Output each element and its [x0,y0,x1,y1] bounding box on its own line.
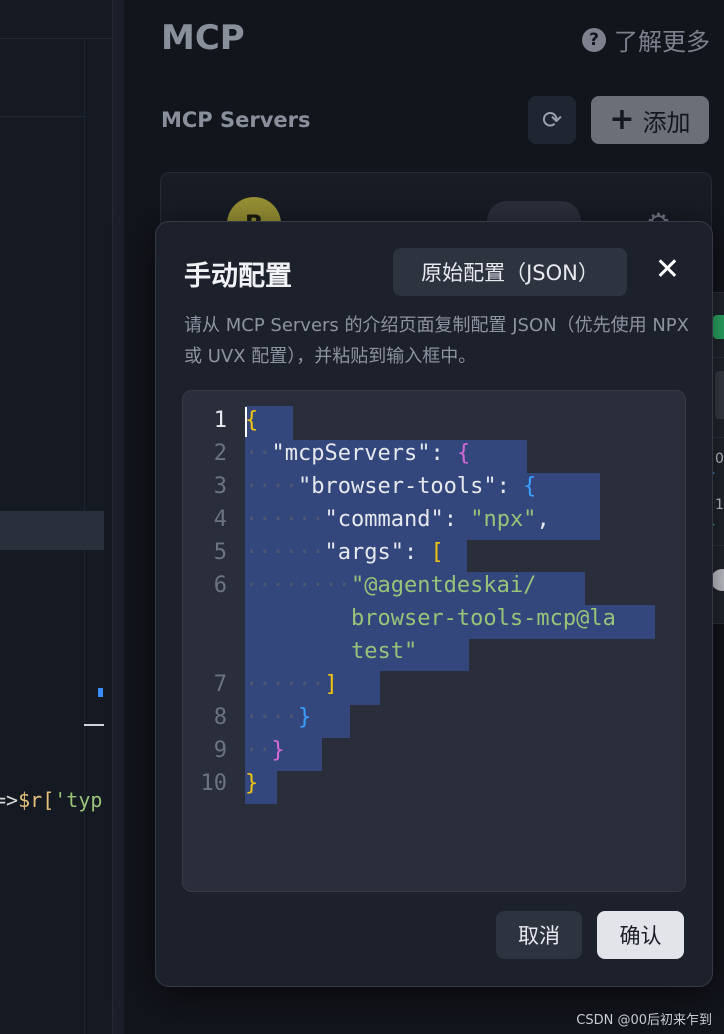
line-number: 10 [200,771,228,796]
code-line: ······"command": "npx", [245,507,550,532]
background-editor-pane: =>$r['typ [0,0,112,1034]
code-line: } [245,771,259,796]
cancel-button[interactable]: 取消 [496,911,582,959]
code-line: ······"args": [ [245,540,444,565]
code-line: ······] [245,672,338,697]
line-number: 4 [213,507,227,532]
plus-icon: + [609,102,635,137]
line-number: 8 [213,705,227,730]
scroll-marker [84,724,104,726]
code-line: ····} [245,705,312,730]
add-server-button[interactable]: + 添加 [591,96,709,144]
code-line: ········"@agentdeskai/ [245,573,537,598]
line-number: 6 [213,573,227,598]
confirm-button[interactable]: 确认 [597,911,684,959]
line-number: 2 [213,441,227,466]
refresh-button[interactable]: ⟳ [528,96,576,144]
divider [0,116,84,117]
close-icon[interactable]: ✕ [655,252,680,287]
dialog-description: 请从 MCP Servers 的介绍页面复制配置 JSON（优先使用 NPX 或… [184,315,689,367]
background-code-line: =>$r['typ [0,788,103,812]
usage-bar [715,371,724,419]
line-number: 9 [213,738,227,763]
code-line: ····"browser-tools": { [245,474,537,499]
help-icon: ? [582,27,606,52]
learn-more-link[interactable]: ? 了解更多 [582,22,710,57]
json-config-editor[interactable]: 1 2 3 4 5 6 7 8 9 10 { ··"mcpServers": {… [182,390,686,892]
shield-icon [713,315,724,339]
divider [0,38,112,39]
section-title: MCP Servers [161,108,311,132]
scroll-marker [98,688,103,697]
line-number: 5 [213,540,227,565]
code-line: browser-tools-mcp@la [350,606,616,631]
add-label: 添加 [642,108,691,137]
watermark: CSDN @00后初来乍到 [576,1013,712,1028]
refresh-icon: ⟳ [541,106,563,134]
code-line: ··} [245,738,285,763]
line-number: 7 [213,672,227,697]
raw-config-json-button[interactable]: 原始配置（JSON） [393,248,627,296]
manual-config-dialog: 手动配置 原始配置（JSON） ✕ 请从 MCP Servers 的介绍页面复制… [155,221,713,987]
code-line: ··"mcpServers": { [245,441,471,466]
text-cursor [245,407,247,437]
download-speed: 1. [715,497,724,513]
page-title: MCP [161,18,245,58]
upload-speed: 0. [715,451,724,467]
selected-line-highlight [0,511,104,550]
line-number: 3 [213,474,227,499]
dialog-title: 手动配置 [184,261,292,292]
learn-more-label: 了解更多 [614,28,710,56]
code-line: test" [350,639,418,664]
line-number: 1 [213,408,227,433]
